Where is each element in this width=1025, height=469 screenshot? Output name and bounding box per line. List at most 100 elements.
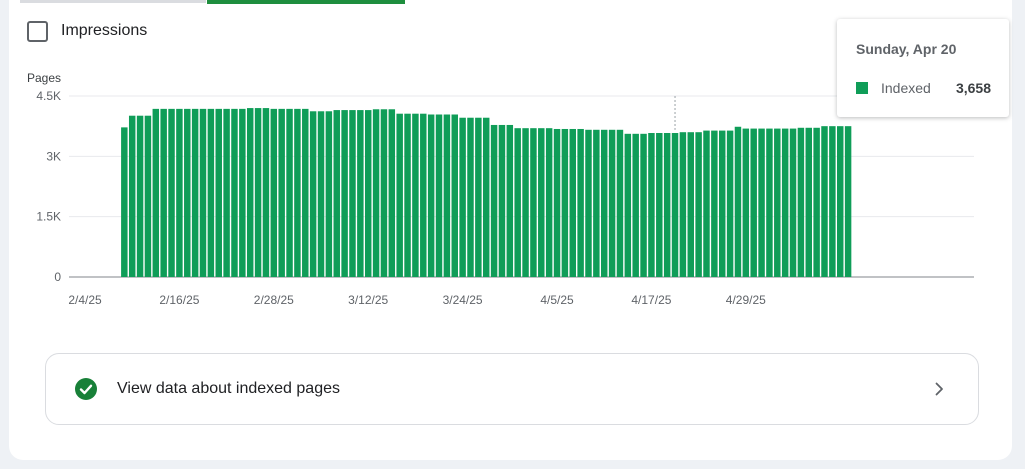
bar[interactable]	[538, 128, 545, 277]
bar[interactable]	[569, 128, 576, 277]
bar[interactable]	[184, 108, 191, 278]
bar[interactable]	[530, 128, 537, 277]
bar[interactable]	[475, 117, 482, 277]
bar[interactable]	[412, 113, 419, 277]
bar[interactable]	[199, 108, 207, 278]
bar[interactable]	[624, 133, 632, 277]
bar[interactable]	[703, 130, 710, 277]
bar[interactable]	[781, 128, 789, 277]
bar[interactable]	[837, 126, 844, 277]
tooltip-swatch	[856, 82, 868, 94]
bar[interactable]	[789, 128, 797, 277]
bar[interactable]	[152, 108, 160, 278]
bar[interactable]	[294, 108, 301, 278]
bar[interactable]	[545, 128, 553, 277]
bar[interactable]	[160, 108, 167, 278]
bar[interactable]	[498, 124, 506, 278]
bar[interactable]	[121, 127, 128, 278]
tooltip-series-row: Indexed 3,658	[856, 80, 991, 96]
bar[interactable]	[671, 133, 679, 277]
bar[interactable]	[223, 108, 230, 278]
bar[interactable]	[459, 117, 466, 277]
bar[interactable]	[593, 129, 600, 277]
bar[interactable]	[364, 110, 372, 277]
bar[interactable]	[656, 133, 663, 277]
y-axis-label: Pages	[27, 71, 61, 85]
bar[interactable]	[396, 113, 403, 277]
bar[interactable]	[435, 114, 443, 278]
bar[interactable]	[821, 126, 828, 277]
bar[interactable]	[357, 110, 364, 277]
x-tick-labels: 2/4/25 2/16/25 2/28/25 3/12/25 3/24/25 4/5/25…	[68, 293, 766, 307]
bar[interactable]	[632, 133, 639, 277]
bar[interactable]	[128, 115, 136, 278]
bar[interactable]	[608, 129, 616, 277]
bar[interactable]	[136, 115, 144, 278]
bar[interactable]	[577, 128, 584, 277]
bar[interactable]	[372, 109, 380, 278]
bar[interactable]	[561, 128, 569, 277]
bar[interactable]	[278, 108, 285, 278]
bar[interactable]	[711, 130, 718, 277]
bar[interactable]	[309, 111, 317, 277]
bar[interactable]	[176, 108, 183, 278]
bar-series-indexed[interactable]	[121, 108, 852, 278]
bar[interactable]	[286, 108, 293, 278]
bar[interactable]	[380, 109, 388, 278]
bar[interactable]	[388, 109, 396, 278]
bar[interactable]	[640, 133, 647, 277]
bar[interactable]	[239, 108, 246, 278]
bar[interactable]	[191, 108, 199, 278]
bar[interactable]	[404, 113, 411, 277]
bar[interactable]	[758, 128, 765, 277]
view-indexed-pages-link[interactable]: View data about indexed pages	[45, 353, 979, 425]
bar[interactable]	[341, 110, 348, 277]
bar[interactable]	[585, 129, 592, 277]
bar[interactable]	[844, 126, 852, 277]
bar[interactable]	[451, 114, 458, 278]
bar[interactable]	[766, 128, 773, 277]
bar[interactable]	[262, 108, 270, 277]
bar[interactable]	[270, 108, 278, 278]
bar[interactable]	[522, 128, 529, 277]
bar[interactable]	[490, 124, 498, 278]
bar[interactable]	[600, 129, 608, 277]
bar[interactable]	[427, 114, 435, 278]
bar[interactable]	[325, 111, 333, 277]
bar[interactable]	[231, 108, 238, 278]
bar[interactable]	[302, 108, 309, 278]
bar[interactable]	[254, 108, 262, 277]
bar[interactable]	[246, 108, 254, 277]
bar[interactable]	[482, 117, 490, 277]
bar[interactable]	[467, 117, 474, 277]
bar[interactable]	[774, 128, 781, 277]
bar[interactable]	[663, 133, 671, 277]
bar[interactable]	[168, 108, 175, 278]
bar[interactable]	[797, 127, 805, 277]
bar[interactable]	[679, 132, 687, 277]
bar[interactable]	[648, 133, 655, 277]
bar[interactable]	[349, 110, 356, 277]
bar[interactable]	[144, 115, 152, 278]
bar[interactable]	[420, 113, 427, 277]
bar[interactable]	[750, 128, 757, 277]
bar[interactable]	[443, 114, 451, 278]
bar[interactable]	[553, 128, 561, 277]
bar[interactable]	[317, 111, 325, 277]
bar[interactable]	[726, 130, 734, 277]
bar[interactable]	[734, 126, 742, 278]
bar[interactable]	[616, 129, 624, 277]
bar[interactable]	[687, 132, 694, 277]
bar[interactable]	[718, 130, 726, 277]
bar[interactable]	[829, 126, 836, 277]
bar[interactable]	[215, 108, 222, 278]
bar[interactable]	[514, 128, 521, 277]
bar[interactable]	[506, 124, 514, 278]
bar[interactable]	[805, 127, 812, 277]
bar[interactable]	[207, 108, 215, 278]
bar[interactable]	[333, 110, 340, 277]
bar[interactable]	[742, 128, 750, 277]
bar[interactable]	[813, 127, 820, 277]
x-tick-label: 4/17/25	[631, 293, 671, 307]
bar[interactable]	[695, 132, 702, 277]
